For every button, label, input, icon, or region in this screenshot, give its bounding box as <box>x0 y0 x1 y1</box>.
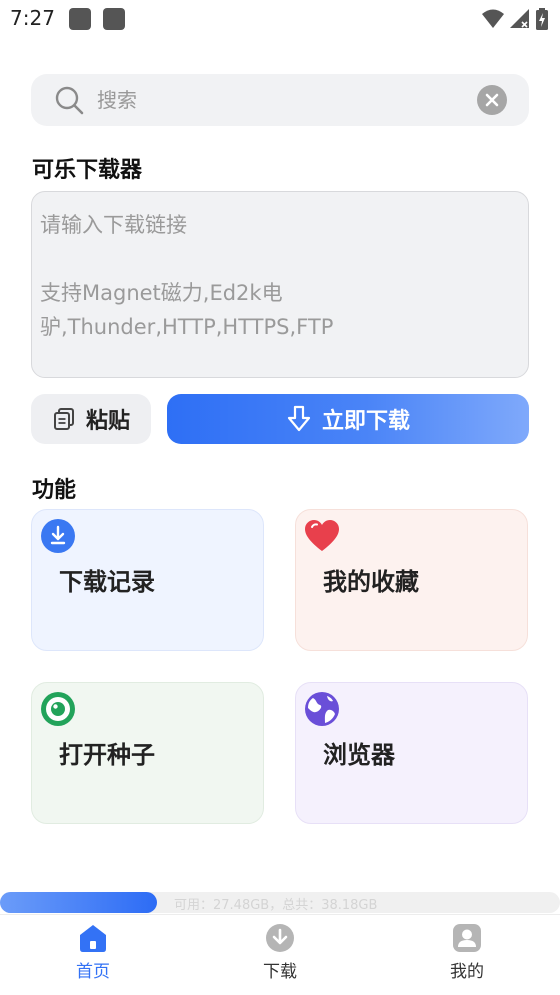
storage-text: 可用：27.48GB，总共：38.18GB <box>174 898 378 913</box>
favorites-card[interactable]: 我的收藏 <box>295 509 528 651</box>
eye-icon <box>40 691 76 727</box>
wifi-icon <box>482 9 504 28</box>
download-history-card[interactable]: 下载记录 <box>31 509 264 651</box>
heart-icon <box>304 518 340 554</box>
nav-item-profile[interactable]: 我的 <box>407 923 527 982</box>
features-title: 功能 <box>32 478 77 503</box>
link-input-box[interactable] <box>31 191 529 378</box>
globe-icon <box>304 691 340 727</box>
download-now-button[interactable]: 立即下载 <box>167 394 529 444</box>
home-icon <box>80 925 106 952</box>
browser-label: 浏览器 <box>323 741 395 769</box>
nav-item-download[interactable]: 下载 <box>220 923 340 982</box>
clear-search-button[interactable] <box>477 85 507 115</box>
favorites-label: 我的收藏 <box>323 568 419 596</box>
download-icon <box>266 924 294 952</box>
signal-icon <box>510 9 529 28</box>
status-bar: 7:27 <box>0 0 560 40</box>
paste-button[interactable]: 粘贴 <box>31 394 151 444</box>
search-icon <box>55 86 84 115</box>
nav-label-download: 下载 <box>263 962 297 982</box>
battery-icon <box>536 8 548 30</box>
notification-icon <box>103 8 125 30</box>
download-now-label: 立即下载 <box>321 409 410 434</box>
link-input[interactable] <box>40 208 520 361</box>
nav-label-profile: 我的 <box>450 962 484 982</box>
search-bar[interactable] <box>31 74 529 126</box>
nav-item-home[interactable]: 首页 <box>33 923 153 982</box>
open-torrent-label: 打开种子 <box>59 741 155 769</box>
app-title: 可乐下载器 <box>32 158 143 183</box>
status-icons <box>482 8 548 30</box>
paste-icon <box>53 408 74 430</box>
download-arrow-icon <box>287 405 311 432</box>
bottom-nav: 首页 下载 我的 <box>0 914 560 995</box>
open-torrent-card[interactable]: 打开种子 <box>31 682 264 824</box>
notification-icon <box>69 8 91 30</box>
storage-bar: 可用：27.48GB，总共：38.18GB <box>0 892 560 913</box>
nav-label-home: 首页 <box>76 962 110 982</box>
download-circle-icon <box>40 518 76 554</box>
status-time: 7:27 <box>10 6 55 30</box>
profile-icon <box>453 924 481 952</box>
browser-card[interactable]: 浏览器 <box>295 682 528 824</box>
storage-bar-fill <box>0 892 157 913</box>
close-icon <box>485 93 499 107</box>
search-input[interactable] <box>97 84 467 116</box>
paste-label: 粘贴 <box>85 409 130 434</box>
download-history-label: 下载记录 <box>59 568 155 596</box>
